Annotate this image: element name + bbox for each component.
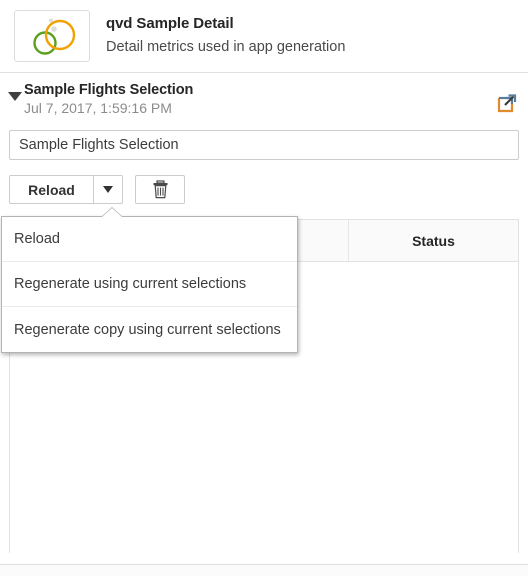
selection-name-input[interactable] bbox=[9, 130, 519, 160]
trash-icon bbox=[153, 180, 167, 199]
section-timestamp: Jul 7, 2017, 1:59:16 PM bbox=[24, 100, 172, 116]
reload-dropdown-toggle[interactable] bbox=[93, 175, 123, 204]
reload-button[interactable]: Reload bbox=[9, 175, 93, 204]
action-toolbar: Reload bbox=[9, 175, 185, 204]
delete-button[interactable] bbox=[135, 175, 185, 204]
app-title-block: qvd Sample Detail Detail metrics used in… bbox=[106, 14, 345, 58]
menu-item-regenerate[interactable]: Regenerate using current selections bbox=[2, 262, 297, 307]
menu-item-reload[interactable]: Reload bbox=[2, 217, 297, 262]
reload-dropdown-menu: Reload Regenerate using current selectio… bbox=[1, 207, 298, 353]
open-in-new-window-icon[interactable] bbox=[496, 92, 518, 114]
section-title: Sample Flights Selection bbox=[24, 82, 194, 98]
menu-pointer-arrow-inner bbox=[102, 208, 122, 217]
caret-down-icon bbox=[103, 186, 113, 193]
reload-split-button: Reload bbox=[9, 175, 123, 204]
footer-strip bbox=[0, 565, 528, 576]
two-circles-logo-icon bbox=[33, 18, 76, 55]
app-thumbnail bbox=[14, 10, 90, 62]
caret-down-icon[interactable] bbox=[8, 92, 22, 101]
column-header-status[interactable]: Status bbox=[349, 220, 518, 261]
page-title: qvd Sample Detail bbox=[106, 15, 234, 32]
app-header: qvd Sample Detail Detail metrics used in… bbox=[0, 0, 528, 73]
menu-item-regenerate-copy[interactable]: Regenerate copy using current selections bbox=[2, 307, 297, 352]
section-header: Sample Flights Selection Jul 7, 2017, 1:… bbox=[0, 73, 528, 125]
page-subtitle: Detail metrics used in app generation bbox=[106, 39, 346, 55]
